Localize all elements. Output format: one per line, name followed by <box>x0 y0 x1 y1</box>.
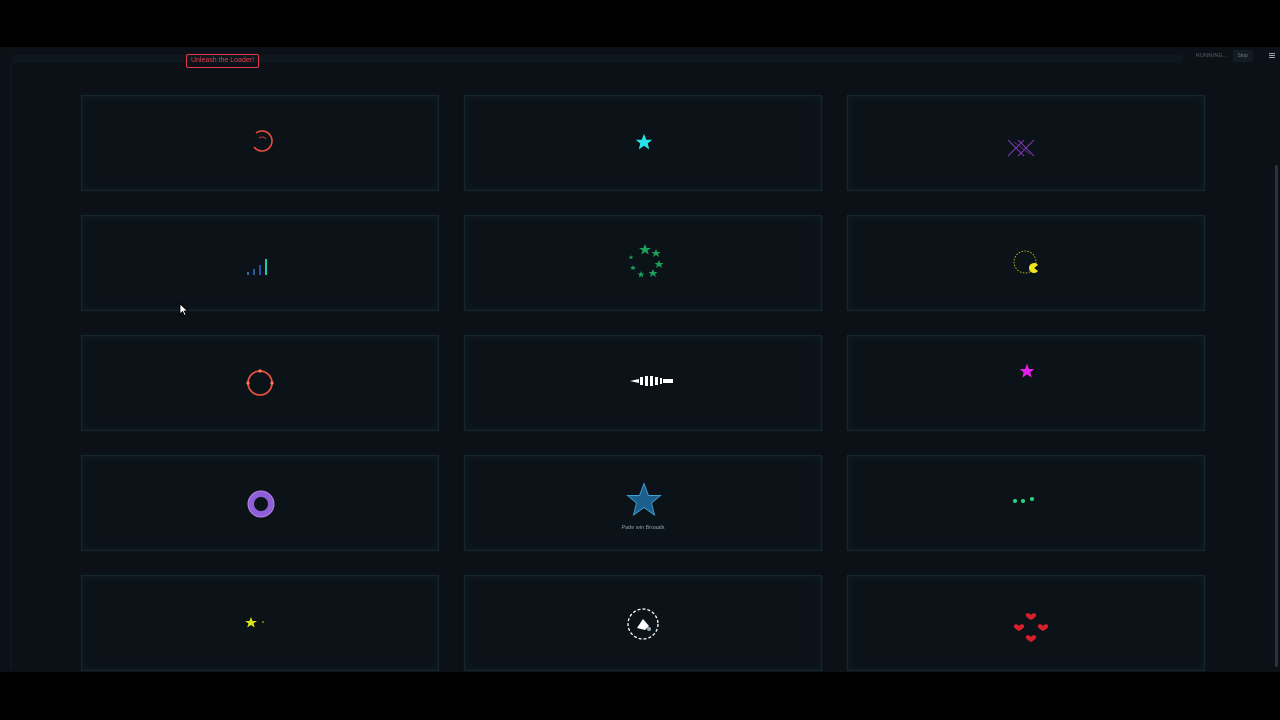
loader-caption: Pade win Broaatk <box>621 525 665 531</box>
red-spinner-arc-icon <box>253 130 273 152</box>
left-rail <box>10 63 12 668</box>
cyan-star-icon <box>635 133 653 150</box>
loader-card-11[interactable]: Pade win Broaatk <box>464 455 822 551</box>
menu-icon[interactable] <box>1268 52 1277 60</box>
loader-card-7[interactable] <box>81 335 439 431</box>
loader-card-14[interactable] <box>464 575 822 671</box>
loader-card-15[interactable] <box>847 575 1205 671</box>
scrollbar[interactable] <box>1275 165 1278 667</box>
stop-button[interactable]: Stop <box>1232 50 1253 62</box>
mouse-cursor-icon <box>179 303 189 317</box>
unleash-loader-button[interactable]: Unleash the Loader! <box>186 54 259 68</box>
loader-card-10[interactable] <box>81 455 439 551</box>
red-hearts-icon <box>1013 613 1049 642</box>
magenta-star-icon <box>1019 363 1035 378</box>
loader-card-9[interactable] <box>847 335 1205 431</box>
blue-star-loader-icon <box>626 482 662 517</box>
signal-bars-icon <box>247 259 267 275</box>
loader-card-4[interactable] <box>81 215 439 311</box>
loader-card-2[interactable] <box>464 95 822 191</box>
loader-card-3[interactable] <box>847 95 1205 191</box>
red-orbit-ring-icon <box>246 369 274 396</box>
loader-gallery-page: Unleash the Loader! RUNNING... Stop Pade… <box>0 47 1280 672</box>
loader-card-13[interactable] <box>81 575 439 671</box>
loader-card-6[interactable] <box>847 215 1205 311</box>
status-text: RUNNING... <box>1196 53 1229 59</box>
loader-card-1[interactable] <box>81 95 439 191</box>
loader-card-8[interactable] <box>464 335 822 431</box>
white-zipper-icon <box>630 376 673 386</box>
yellow-star-blink-icon <box>245 617 264 628</box>
purple-crossed-lines-icon <box>1007 139 1035 157</box>
white-dashed-circle-icon <box>627 608 659 640</box>
header-controls: RUNNING... Stop <box>1196 50 1277 62</box>
green-star-ring-icon <box>628 244 664 278</box>
loader-card-5[interactable] <box>464 215 822 311</box>
green-dots-icon <box>1013 497 1034 503</box>
purple-donut-icon <box>247 490 275 518</box>
yellow-pacman-orbit-icon <box>1013 250 1038 274</box>
loader-card-12[interactable] <box>847 455 1205 551</box>
